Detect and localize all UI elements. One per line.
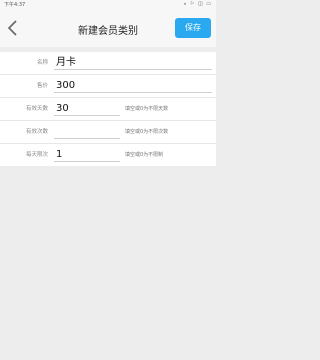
form-row-name: 名称 月卡	[0, 52, 216, 75]
name-label: 名称	[36, 60, 48, 66]
valid-times-input[interactable]	[54, 124, 120, 139]
valid-days-hint: 填空或0为不限天数	[125, 106, 169, 112]
status-time: 下午4:37	[4, 2, 26, 8]
daily-limit-hint: 填空或0为不限制	[125, 152, 164, 158]
form-row-daily-limit: 每天限次 1 填空或0为不限制	[0, 144, 216, 166]
nav-bar: 新建会员类别 保存	[0, 10, 216, 47]
valid-days-input[interactable]: 30	[54, 101, 120, 116]
daily-limit-label: 每天限次	[25, 152, 48, 158]
status-icons: ⁎ ⚐ ◫ ▭	[183, 1, 212, 7]
status-bar: 下午4:37 ⁎ ⚐ ◫ ▭	[0, 0, 216, 10]
name-input[interactable]: 月卡	[54, 55, 212, 70]
valid-times-label: 有效次数	[25, 129, 48, 135]
form-row-valid-days: 有效天数 30 填空或0为不限天数	[0, 98, 216, 121]
price-label: 售价	[36, 83, 48, 89]
valid-times-hint: 填空或0为不限次数	[125, 129, 169, 135]
price-input[interactable]: 300	[54, 78, 212, 93]
valid-days-label: 有效天数	[25, 106, 48, 112]
form-row-valid-times: 有效次数 填空或0为不限次数	[0, 121, 216, 144]
save-button[interactable]: 保存	[175, 18, 211, 38]
daily-limit-input[interactable]: 1	[54, 147, 120, 162]
member-type-form: 名称 月卡 售价 300 有效天数 30 填空或0为不限天数 有效次数 填空或0…	[0, 52, 216, 166]
form-row-price: 售价 300	[0, 75, 216, 98]
